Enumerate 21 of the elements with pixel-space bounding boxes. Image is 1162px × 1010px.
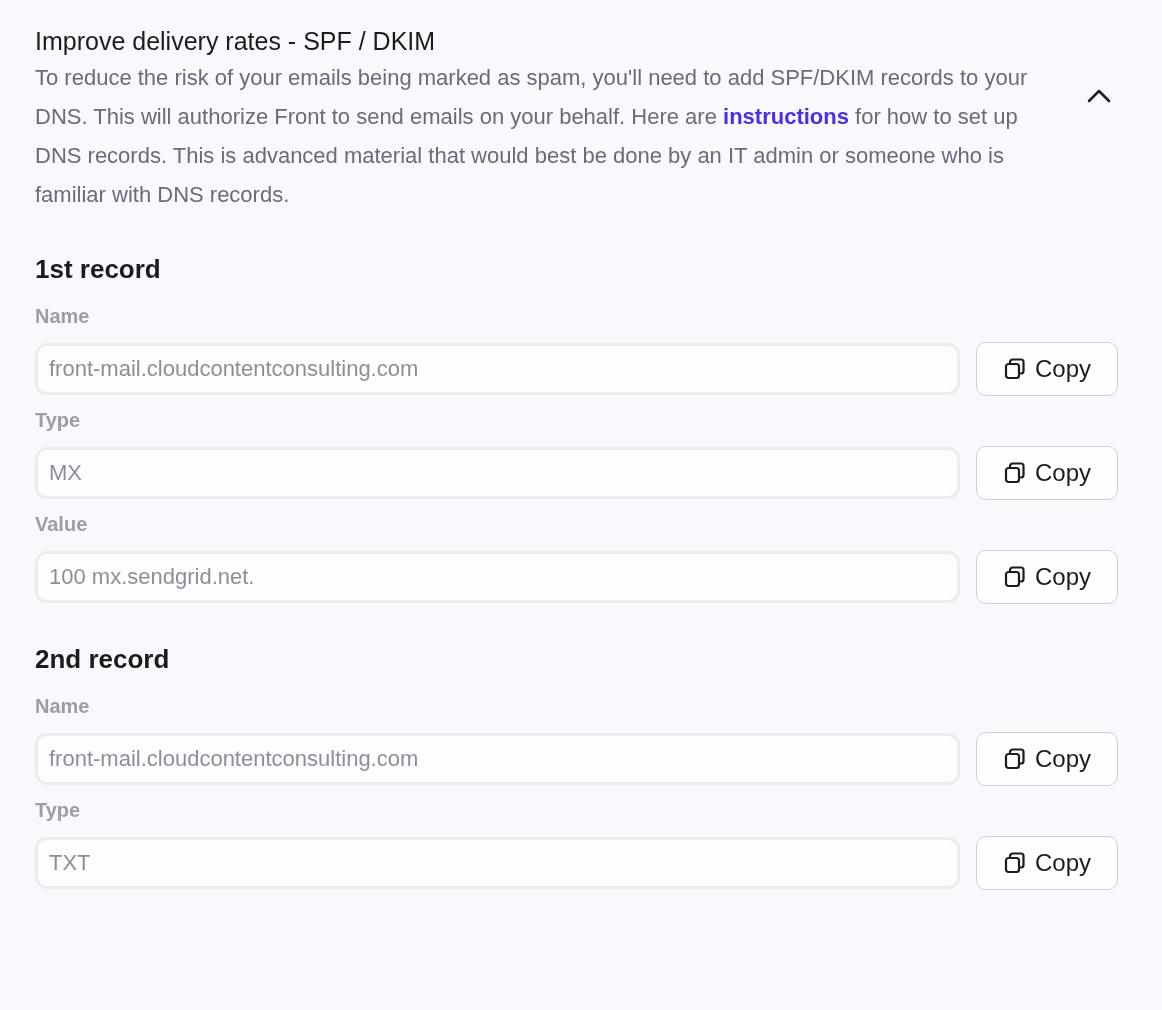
record-heading: 1st record — [35, 253, 162, 286]
field-label: Type — [35, 798, 82, 823]
copy-icon — [1003, 565, 1027, 589]
copy-button[interactable]: Copy — [976, 732, 1118, 786]
copy-icon — [1003, 851, 1027, 875]
chevron-up-icon[interactable] — [1086, 88, 1112, 104]
field-label: Type — [35, 408, 82, 433]
copy-button[interactable]: Copy — [976, 446, 1118, 500]
copy-button[interactable]: Copy — [976, 550, 1118, 604]
field-label: Name — [35, 694, 91, 719]
field-label: Value — [35, 512, 89, 537]
record-heading: 2nd record — [35, 643, 171, 676]
copy-icon — [1003, 461, 1027, 485]
copy-button[interactable]: Copy — [976, 836, 1118, 890]
copy-button[interactable]: Copy — [976, 342, 1118, 396]
section-title: Improve delivery rates - SPF / DKIM — [35, 26, 437, 57]
section-description: To reduce the risk of your emails being marked as spam, you'll need to add SPF/DKIM records to your DNS. This will authorize Front to send emails on your behalf. Here are instructions for how to set up DNS records. This is advanced material that would best be done by an IT admin or someone who is familiar with DNS records. — [35, 64, 1029, 209]
copy-icon — [1003, 747, 1027, 771]
instructions-link[interactable]: instructions — [723, 104, 849, 129]
copy-icon — [1003, 357, 1027, 381]
field-label: Name — [35, 304, 91, 329]
